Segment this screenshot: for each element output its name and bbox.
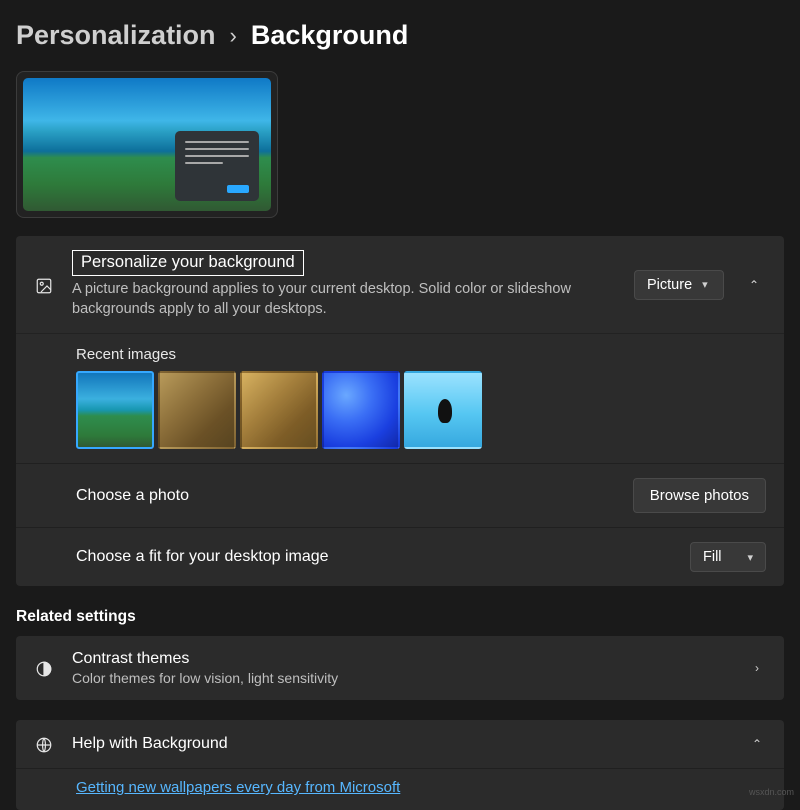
personalize-description: A picture background applies to your cur… bbox=[72, 280, 616, 319]
help-link-wallpapers[interactable]: Getting new wallpapers every day from Mi… bbox=[76, 779, 400, 796]
personalize-background-card: Personalize your background A picture ba… bbox=[16, 236, 784, 586]
picture-icon bbox=[34, 275, 54, 295]
globe-icon bbox=[34, 734, 54, 754]
browse-photos-button[interactable]: Browse photos bbox=[633, 478, 766, 513]
collapse-expander[interactable]: ⌃ bbox=[748, 737, 766, 751]
recent-image-4[interactable] bbox=[322, 371, 400, 449]
fit-value: Fill bbox=[703, 549, 722, 565]
contrast-desc: Color themes for low vision, light sensi… bbox=[72, 670, 730, 686]
related-settings-heading: Related settings bbox=[16, 608, 784, 626]
choose-photo-label: Choose a photo bbox=[76, 487, 189, 505]
recent-image-1[interactable] bbox=[76, 371, 154, 449]
personalize-title: Personalize your background bbox=[72, 250, 304, 276]
preview-window-overlay bbox=[175, 131, 259, 201]
chevron-down-icon: ▾ bbox=[747, 551, 753, 564]
contrast-title: Contrast themes bbox=[72, 650, 730, 668]
recent-image-5[interactable] bbox=[404, 371, 482, 449]
chevron-down-icon: ▾ bbox=[702, 278, 708, 291]
breadcrumb-current: Background bbox=[251, 20, 409, 51]
watermark: wsxdn.com bbox=[749, 787, 794, 797]
help-card: Help with Background ⌃ Getting new wallp… bbox=[16, 720, 784, 810]
recent-images-row bbox=[16, 371, 784, 463]
contrast-themes-row[interactable]: Contrast themes Color themes for low vis… bbox=[16, 636, 784, 700]
recent-images-heading: Recent images bbox=[16, 334, 784, 363]
recent-image-3[interactable] bbox=[240, 371, 318, 449]
recent-image-2[interactable] bbox=[158, 371, 236, 449]
desktop-preview-image bbox=[23, 78, 271, 211]
choose-fit-label: Choose a fit for your desktop image bbox=[76, 548, 329, 566]
breadcrumb-separator: › bbox=[230, 23, 237, 49]
contrast-icon bbox=[34, 658, 54, 678]
help-title: Help with Background bbox=[72, 735, 730, 753]
desktop-preview bbox=[16, 71, 278, 218]
background-type-value: Picture bbox=[647, 277, 692, 293]
breadcrumb-parent[interactable]: Personalization bbox=[16, 20, 216, 51]
fit-select[interactable]: Fill ▾ bbox=[690, 542, 766, 572]
background-type-select[interactable]: Picture ▾ bbox=[634, 270, 724, 300]
collapse-expander[interactable]: ⌃ bbox=[742, 278, 766, 292]
chevron-right-icon: › bbox=[748, 661, 766, 675]
breadcrumb: Personalization › Background bbox=[16, 20, 784, 51]
